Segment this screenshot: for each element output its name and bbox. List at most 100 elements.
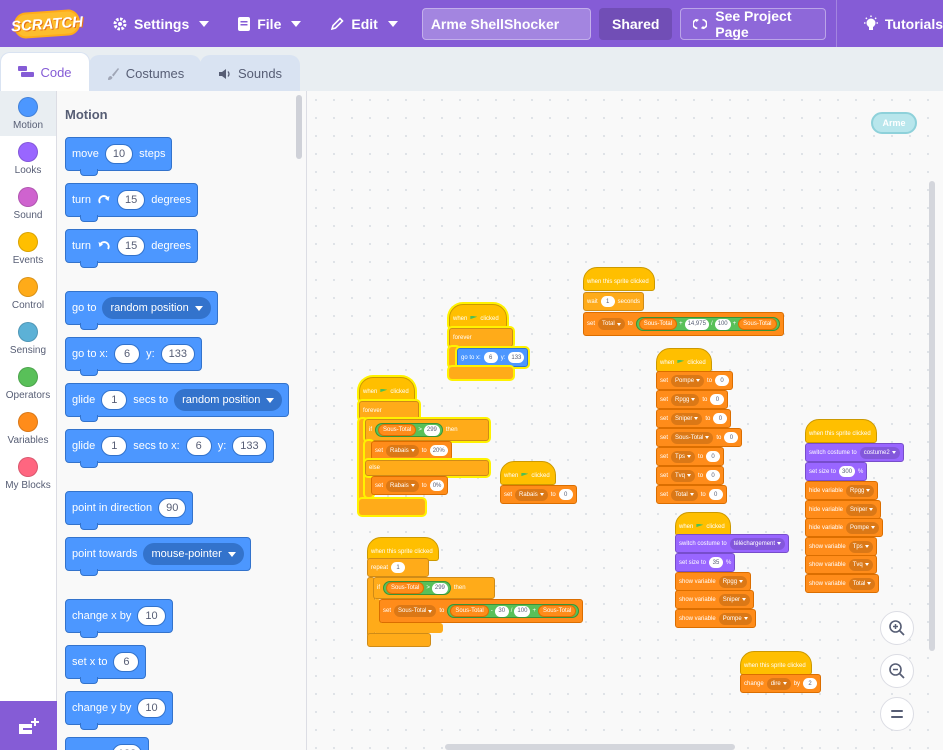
value-input[interactable]: 0 (710, 394, 725, 405)
variable-dropdown[interactable]: Rabais (515, 488, 548, 501)
size-input[interactable]: 300 (839, 466, 856, 477)
show-variable-block[interactable]: show variable Tps (805, 537, 877, 556)
go-to-block[interactable]: go to random position (65, 291, 218, 330)
variable-dropdown[interactable]: Rpgg (718, 575, 748, 588)
category-events[interactable]: Events (0, 226, 56, 271)
go-to-xy-code-block[interactable]: go to x: 6 y: 133 (457, 348, 529, 367)
when-flag-clicked-hat[interactable]: when clicked (656, 348, 712, 372)
x-change-input[interactable]: 10 (137, 606, 166, 626)
show-variable-block[interactable]: show variable Pompe (675, 609, 756, 628)
variable-dropdown[interactable]: Sous-Total (671, 431, 714, 444)
x-set-input[interactable]: 6 (113, 652, 140, 672)
costume-dropdown[interactable]: téléchargement (729, 537, 786, 550)
zoom-out-button[interactable] (880, 654, 914, 688)
glide-target-dropdown[interactable]: random position (174, 389, 283, 411)
change-variable-block[interactable]: change dire by 2 (740, 674, 822, 693)
variable-dropdown[interactable]: dire (766, 677, 791, 690)
tab-costumes[interactable]: Costumes (89, 55, 201, 91)
glide-to-xy-block[interactable]: glide 1 secs to x: 6 y: 133 (65, 429, 274, 468)
when-flag-clicked-hat[interactable]: when clicked (675, 512, 731, 536)
zoom-reset-button[interactable] (880, 697, 914, 731)
variable-dropdown[interactable]: Pompe (718, 612, 752, 625)
sous-total-reporter[interactable]: Sous-Total (378, 424, 417, 436)
greater-than-operator[interactable]: Sous-Total > 299 (375, 423, 443, 437)
hide-variable-block[interactable]: hide variable Sniper (805, 500, 882, 519)
set-variable-block[interactable]: set Sous-Total to 0 (656, 428, 743, 447)
number-input[interactable]: 30 (494, 605, 509, 617)
variable-dropdown[interactable]: Sous-Total (394, 605, 437, 617)
degrees-input[interactable]: 15 (116, 190, 146, 210)
show-variable-block[interactable]: show variable Rpgg (675, 572, 752, 591)
zoom-in-button[interactable] (880, 611, 914, 645)
greater-than-operator[interactable]: Sous-Total > 299 (383, 581, 451, 595)
variable-dropdown[interactable]: Rpgg (846, 484, 875, 497)
hide-variable-block[interactable]: hide variable Rpgg (805, 481, 879, 500)
point-in-direction-block[interactable]: point in direction 90 (65, 491, 194, 530)
set-variable-block[interactable]: set Pompe to 0 (656, 371, 734, 390)
category-operators[interactable]: Operators (0, 361, 56, 406)
set-variable-block[interactable]: set Tvq to 0 (656, 466, 725, 485)
secs-input[interactable]: 1 (101, 436, 128, 456)
y-input[interactable]: 133 (232, 436, 267, 456)
when-flag-clicked-hat[interactable]: when clicked (449, 304, 507, 328)
size-input[interactable]: 35 (709, 557, 724, 568)
variable-dropdown[interactable]: Total (848, 577, 876, 590)
shared-button[interactable]: Shared (599, 7, 673, 40)
variable-dropdown[interactable]: Pompe (846, 521, 880, 534)
number-input[interactable]: 100 (514, 605, 531, 617)
set-y-block[interactable]: 133 (65, 737, 149, 750)
x-input[interactable]: 6 (185, 436, 212, 456)
variable-dropdown[interactable]: Tvq (671, 469, 696, 482)
category-sensing[interactable]: Sensing (0, 316, 56, 361)
if-else-block[interactable]: if Sous-Total > 299 then (365, 419, 489, 441)
variable-dropdown[interactable]: Rabais (386, 444, 419, 457)
variable-dropdown[interactable]: Sniper (718, 593, 751, 606)
when-flag-clicked-hat[interactable]: when clicked (500, 461, 556, 485)
value-input[interactable]: 0 (713, 413, 728, 424)
sous-total-reporter[interactable]: Sous-Total (638, 318, 678, 330)
y-set-input[interactable]: 133 (112, 744, 142, 750)
variable-dropdown[interactable]: Sniper (671, 412, 703, 425)
variable-dropdown[interactable]: Total (598, 318, 625, 330)
hide-variable-block[interactable]: hide variable Pompe (805, 518, 884, 537)
number-input[interactable]: 299 (431, 582, 448, 594)
category-variables[interactable]: Variables (0, 406, 56, 451)
point-towards-block[interactable]: point towards mouse-pointer (65, 537, 251, 576)
scratch-logo[interactable]: SCRATCH (10, 8, 84, 39)
category-control[interactable]: Control (0, 271, 56, 316)
code-vertical-scrollbar[interactable] (929, 181, 935, 651)
file-menu[interactable]: File (223, 0, 315, 47)
edit-menu[interactable]: Edit (315, 0, 411, 47)
value-input[interactable]: 0% (429, 480, 445, 491)
go-to-target-dropdown[interactable]: random position (102, 297, 211, 319)
turn-right-block[interactable]: turn 15 degrees (65, 183, 198, 222)
degrees-input[interactable]: 15 (116, 236, 146, 256)
code-area[interactable]: Arme when this sprite clicked wait 1 sec… (307, 91, 943, 750)
change-x-block[interactable]: change x by 10 (65, 599, 173, 638)
tab-code[interactable]: Code (0, 52, 90, 91)
variable-dropdown[interactable]: Tps (671, 450, 696, 463)
see-project-page-button[interactable]: See Project Page (680, 7, 827, 40)
steps-input[interactable]: 10 (104, 144, 134, 164)
tab-sounds[interactable]: Sounds (200, 55, 300, 91)
change-amount-input[interactable]: 2 (803, 678, 818, 689)
y-change-input[interactable]: 10 (137, 698, 166, 718)
category-looks[interactable]: Looks (0, 136, 56, 181)
set-total-block[interactable]: set Total to Sous-Total + 14,975 / 100 +… (583, 312, 784, 336)
variable-dropdown[interactable]: Tps (848, 540, 873, 553)
costume-dropdown[interactable]: costume2 (859, 446, 900, 459)
go-to-xy-block[interactable]: go to x: 6 y: 133 (65, 337, 202, 376)
when-sprite-clicked-hat[interactable]: when this sprite clicked (805, 419, 877, 443)
variable-dropdown[interactable]: Rabais (386, 479, 419, 492)
secs-input[interactable]: 1 (101, 390, 128, 410)
set-sous-total-block[interactable]: set Sous-Total to Sous-Total - 30 / 100 … (379, 599, 584, 623)
value-input[interactable]: 0 (706, 451, 721, 462)
when-flag-clicked-hat[interactable]: when clicked (359, 377, 415, 401)
show-variable-block[interactable]: show variable Total (805, 574, 880, 593)
category-motion[interactable]: Motion (0, 91, 56, 136)
switch-costume-block[interactable]: switch costume to costume2 (805, 443, 904, 462)
set-variable-block[interactable]: set Total to 0 (656, 485, 727, 504)
number-input[interactable]: 299 (423, 424, 440, 436)
set-x-block[interactable]: set x to 6 (65, 645, 147, 684)
towards-target-dropdown[interactable]: mouse-pointer (143, 543, 244, 565)
